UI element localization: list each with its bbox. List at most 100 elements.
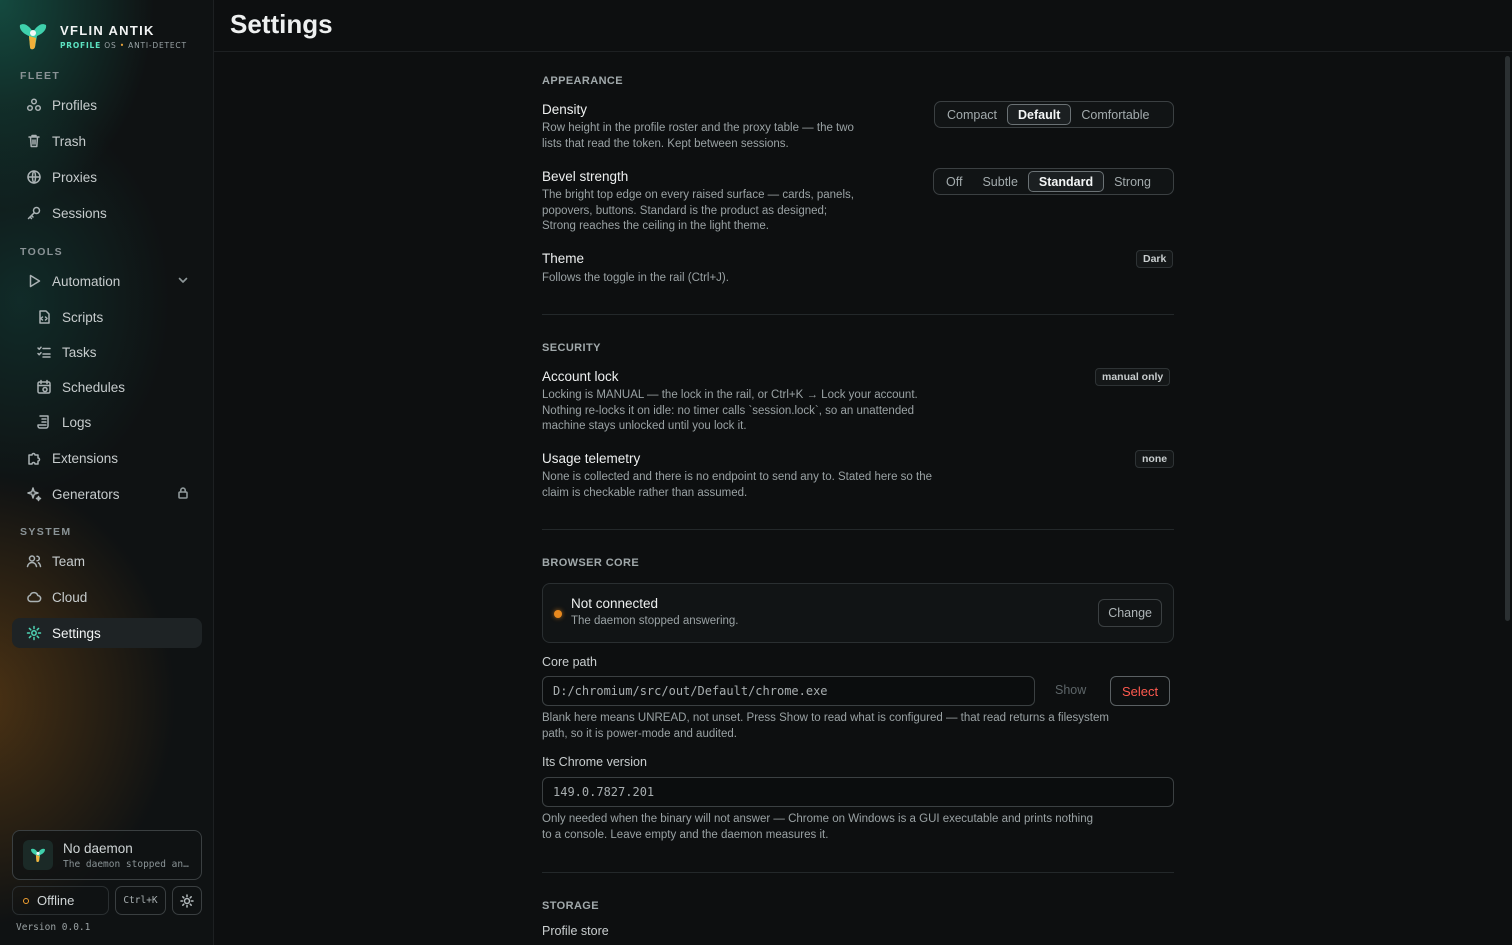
core-status-title: Not connected bbox=[571, 596, 659, 611]
sidebar-item-settings[interactable]: Settings bbox=[12, 618, 202, 648]
sidebar-item-label: Generators bbox=[52, 486, 120, 502]
section-heading-browser-core: BROWSER CORE bbox=[542, 557, 640, 569]
bevel-description: The bright top edge on every raised surf… bbox=[542, 189, 854, 232]
core-path-help: Blank here means UNREAD, not unset. Pres… bbox=[542, 712, 1109, 740]
sidebar-item-label: Cloud bbox=[52, 589, 88, 605]
sparkles-icon bbox=[26, 486, 42, 502]
chrome-version-label: Its Chrome version bbox=[542, 755, 647, 769]
calendar-clock-icon bbox=[36, 379, 52, 395]
sidebar-item-trash[interactable]: Trash bbox=[12, 126, 202, 156]
cloud-icon bbox=[26, 589, 42, 605]
sidebar-item-sessions[interactable]: Sessions bbox=[12, 198, 202, 228]
sidebar-item-generators[interactable]: Generators bbox=[12, 479, 202, 509]
daemon-title: No daemon bbox=[63, 840, 133, 856]
daemon-subtitle: The daemon stopped answering. bbox=[63, 858, 193, 870]
status-dot-icon bbox=[554, 610, 562, 618]
section-tools: TOOLS bbox=[20, 246, 63, 258]
select-path-button[interactable]: Select bbox=[1110, 676, 1171, 706]
account-lock-badge: manual only bbox=[1095, 368, 1171, 386]
sidebar-item-scripts[interactable]: Scripts bbox=[22, 302, 202, 332]
sidebar: VFLIN ANTIK PROFILE OS • ANTI-DETECT FLE… bbox=[0, 0, 214, 945]
trash-icon bbox=[26, 133, 42, 149]
density-title: Density bbox=[542, 102, 588, 117]
sidebar-item-extensions[interactable]: Extensions bbox=[12, 443, 202, 473]
bevel-option-standard[interactable]: Standard bbox=[1027, 171, 1105, 192]
core-status-subtitle: The daemon stopped answering. bbox=[571, 615, 739, 627]
sidebar-item-automation[interactable]: Automation bbox=[12, 266, 202, 296]
core-path-label: Core path bbox=[542, 655, 597, 669]
section-heading-security: SECURITY bbox=[542, 342, 601, 354]
show-path-button[interactable]: Show bbox=[1055, 683, 1086, 697]
connection-status[interactable]: Offline bbox=[12, 886, 109, 915]
chrome-version-input[interactable] bbox=[542, 777, 1174, 807]
telemetry-badge: none bbox=[1135, 450, 1175, 468]
section-heading-storage: STORAGE bbox=[542, 900, 599, 912]
density-description: Row height in the profile roster and the… bbox=[542, 122, 854, 150]
core-path-input[interactable] bbox=[542, 676, 1035, 706]
divider bbox=[542, 314, 1174, 315]
account-lock-description: Locking is MANUAL — the lock in the rail… bbox=[542, 389, 918, 432]
brand[interactable]: VFLIN ANTIK PROFILE OS • ANTI-DETECT bbox=[16, 18, 187, 54]
daemon-status-card[interactable]: No daemon The daemon stopped answering. bbox=[12, 830, 202, 880]
sidebar-item-label: Automation bbox=[52, 273, 121, 289]
lock-icon bbox=[176, 486, 190, 500]
sidebar-item-label: Team bbox=[52, 553, 86, 569]
brand-tagline: PROFILE OS • ANTI-DETECT bbox=[60, 40, 187, 50]
sidebar-item-label: Proxies bbox=[52, 169, 98, 185]
density-segmented-control[interactable]: Compact Default Comfortable bbox=[934, 101, 1174, 128]
theme-toggle-button[interactable] bbox=[172, 886, 202, 915]
section-heading-appearance: APPEARANCE bbox=[542, 75, 624, 87]
checklist-icon bbox=[36, 344, 52, 360]
topbar: Settings bbox=[214, 0, 1512, 52]
daemon-logo-icon bbox=[23, 840, 53, 870]
command-palette-button[interactable]: Ctrl+K bbox=[115, 886, 166, 915]
bevel-option-strong[interactable]: Strong bbox=[1104, 171, 1161, 192]
users-icon bbox=[26, 553, 42, 569]
app-version: Version 0.0.1 bbox=[16, 922, 91, 933]
connection-status-label: Offline bbox=[37, 893, 75, 908]
bevel-segmented-control[interactable]: Off Subtle Standard Strong bbox=[933, 168, 1174, 195]
density-option-comfortable[interactable]: Comfortable bbox=[1071, 104, 1159, 125]
scrollbar[interactable] bbox=[1505, 56, 1510, 621]
script-icon bbox=[36, 309, 52, 325]
telemetry-title: Usage telemetry bbox=[542, 451, 641, 466]
sidebar-item-label: Scripts bbox=[62, 309, 104, 325]
key-icon bbox=[26, 205, 42, 221]
brand-logo-icon bbox=[19, 24, 47, 50]
sidebar-item-label: Profiles bbox=[52, 97, 98, 113]
sidebar-item-proxies[interactable]: Proxies bbox=[12, 162, 202, 192]
divider bbox=[542, 872, 1174, 873]
bevel-title: Bevel strength bbox=[542, 169, 629, 184]
density-option-compact[interactable]: Compact bbox=[937, 104, 1007, 125]
sidebar-item-label: Sessions bbox=[52, 205, 107, 221]
core-connection-card: Not connected The daemon stopped answeri… bbox=[542, 583, 1174, 643]
page-title: Settings bbox=[230, 9, 333, 39]
sidebar-item-schedules[interactable]: Schedules bbox=[22, 372, 202, 402]
sidebar-item-label: Trash bbox=[52, 133, 87, 149]
sidebar-item-label: Tasks bbox=[62, 344, 97, 360]
chevron-down-icon[interactable] bbox=[176, 273, 190, 287]
sidebar-item-label: Settings bbox=[52, 625, 101, 641]
theme-value-badge: Dark bbox=[1136, 250, 1174, 268]
telemetry-description: None is collected and there is no endpoi… bbox=[542, 471, 932, 499]
bevel-option-subtle[interactable]: Subtle bbox=[972, 171, 1027, 192]
bevel-option-off[interactable]: Off bbox=[936, 171, 972, 192]
sidebar-item-logs[interactable]: Logs bbox=[22, 407, 202, 437]
chrome-version-help: Only needed when the binary will not ans… bbox=[542, 813, 1094, 841]
play-icon bbox=[26, 273, 42, 289]
sidebar-item-cloud[interactable]: Cloud bbox=[12, 582, 202, 612]
puzzle-icon bbox=[26, 450, 42, 466]
theme-description: Follows the toggle in the rail (Ctrl+J). bbox=[542, 272, 729, 284]
section-fleet: FLEET bbox=[20, 70, 61, 82]
sidebar-item-tasks[interactable]: Tasks bbox=[22, 337, 202, 367]
sidebar-item-profiles[interactable]: Profiles bbox=[12, 90, 202, 120]
profile-store-label: Profile store bbox=[542, 924, 609, 938]
globe-icon bbox=[26, 169, 42, 185]
brand-name: VFLIN ANTIK bbox=[60, 22, 155, 38]
change-core-button[interactable]: Change bbox=[1098, 599, 1162, 627]
status-dot-icon bbox=[23, 897, 29, 904]
sidebar-item-label: Extensions bbox=[52, 450, 119, 466]
divider bbox=[542, 529, 1174, 530]
sidebar-item-team[interactable]: Team bbox=[12, 546, 202, 576]
density-option-default[interactable]: Default bbox=[1007, 104, 1072, 125]
